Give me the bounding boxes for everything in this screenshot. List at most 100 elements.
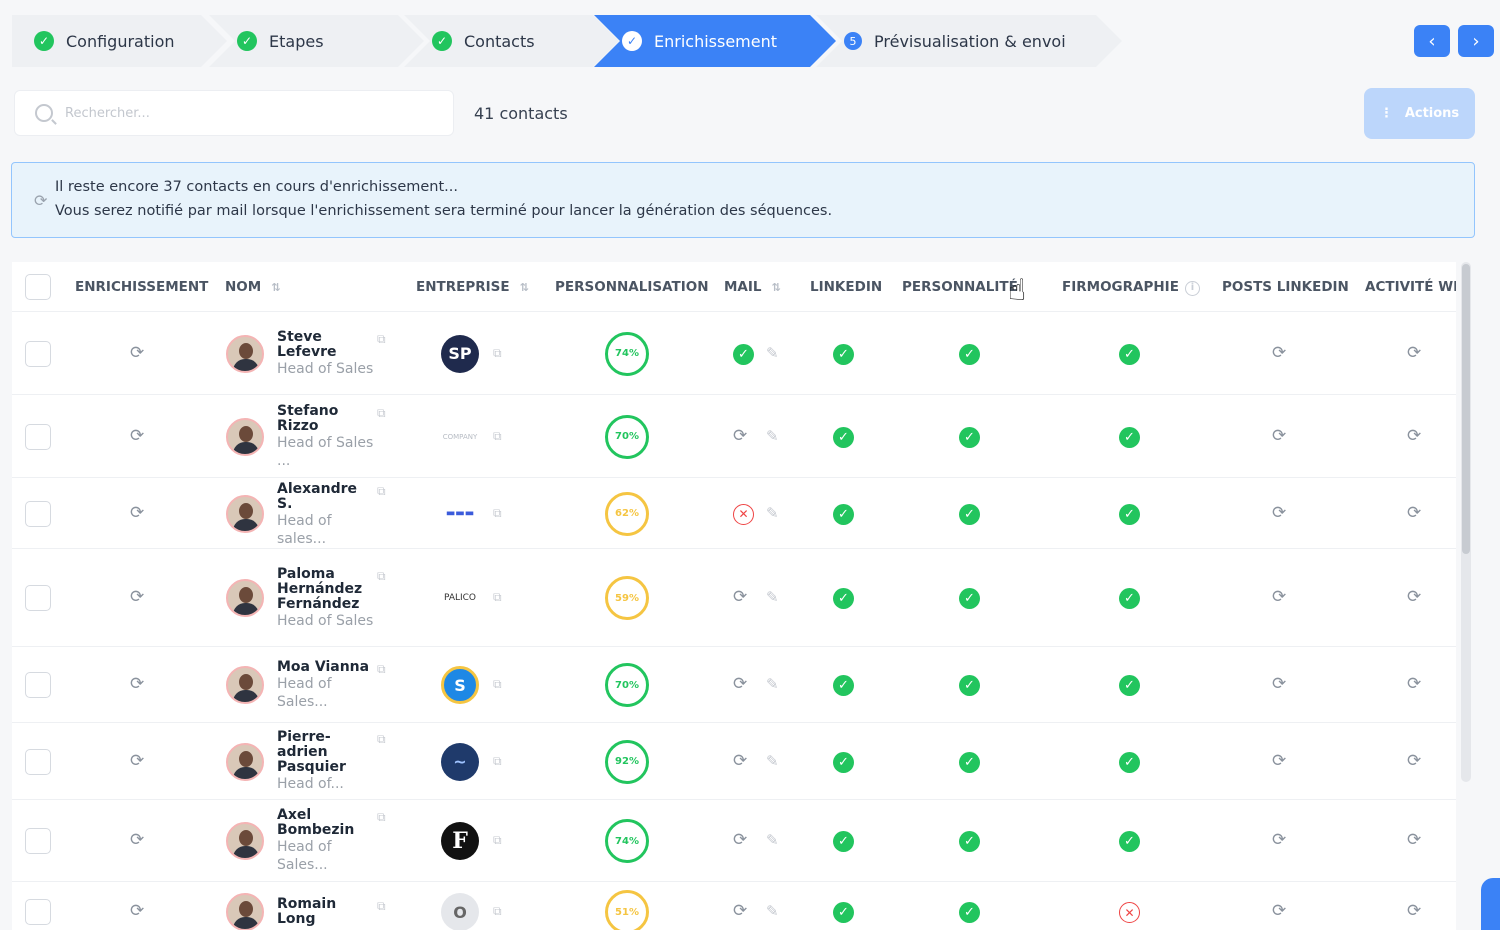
- contact-info: Moa Vianna Head of Sales...: [277, 659, 377, 711]
- row-checkbox[interactable]: [25, 340, 51, 367]
- mail-loading-icon: ⟳: [733, 830, 748, 850]
- enrichment-loading-icon: ⟳: [130, 830, 145, 850]
- step-configuration[interactable]: ✓ Configuration: [12, 15, 227, 67]
- contact-name[interactable]: Romain Long: [277, 897, 377, 927]
- contact-name[interactable]: Moa Vianna: [277, 659, 377, 675]
- table-row[interactable]: ⟳ Steve Lefevre Head of Sales ⧉ SP ⧉ 74% ✓ ✎ ✓ ✓ ✓ ⟳…: [12, 312, 1456, 395]
- contact-name[interactable]: Paloma Hernández Fernández: [277, 566, 377, 612]
- posts-linkedin-loading-icon: ⟳: [1272, 502, 1287, 523]
- external-link-icon[interactable]: ⧉: [377, 569, 386, 584]
- header-mail[interactable]: MAIL ⇅: [724, 279, 781, 295]
- edit-mail-icon[interactable]: ✎: [766, 344, 779, 362]
- company-link-icon[interactable]: ⧉: [493, 590, 502, 605]
- external-link-icon[interactable]: ⧉: [377, 732, 386, 747]
- edit-mail-icon[interactable]: ✎: [766, 752, 779, 770]
- refresh-icon: ⟳: [34, 191, 48, 210]
- header-activite-web: ACTIVITÉ WE: [1365, 279, 1456, 295]
- contact-name[interactable]: Steve Lefevre: [277, 329, 377, 360]
- search-input[interactable]: [65, 105, 425, 121]
- header-nom[interactable]: NOM ⇅: [225, 279, 280, 295]
- table-row[interactable]: ⟳ Pierre-adrien Pasquier Head of... ⧉ ~ ⧉ 92% ⟳…: [12, 723, 1456, 800]
- help-widget-button[interactable]: [1481, 878, 1500, 930]
- personalization-score: 74%: [605, 331, 649, 376]
- header-entreprise[interactable]: ENTREPRISE ⇅: [416, 279, 529, 295]
- company-link-icon[interactable]: ⧉: [493, 346, 502, 361]
- row-checkbox[interactable]: [25, 828, 51, 854]
- header-label: NOM: [225, 279, 262, 295]
- personnalite-check-icon: ✓: [959, 675, 980, 696]
- contact-info: Pierre-adrien Pasquier Head of...: [277, 730, 377, 793]
- table-row[interactable]: ⟳ Axel Bombezin Head of Sales... ⧉ F ⧉ 74% ⟳ ✎ ✓ ✓…: [12, 800, 1456, 882]
- step-contacts[interactable]: ✓ Contacts: [404, 15, 619, 67]
- step-label: Enrichissement: [654, 31, 778, 51]
- info-icon[interactable]: i: [1184, 281, 1200, 296]
- row-checkbox[interactable]: [25, 585, 51, 611]
- edit-mail-icon[interactable]: ✎: [766, 675, 779, 693]
- avatar-head: [239, 830, 253, 846]
- contact-role: Head of...: [277, 776, 344, 792]
- company-link-icon[interactable]: ⧉: [493, 506, 502, 521]
- table-row[interactable]: ⟳ Romain Long ⧉ O ⧉ 51% ⟳ ✎ ✓ ✓ ✕ ⟳ ⟳: [12, 882, 1456, 930]
- row-checkbox[interactable]: [25, 672, 51, 698]
- company-link-icon[interactable]: ⧉: [493, 429, 502, 444]
- activite-web-loading-icon: ⟳: [1407, 674, 1422, 694]
- contact-role: Head of Sales...: [277, 839, 332, 873]
- personnalite-check-icon: ✓: [959, 343, 980, 365]
- check-icon: ✓: [237, 31, 257, 51]
- external-link-icon[interactable]: ⧉: [377, 662, 386, 677]
- step-previsualisation[interactable]: 5 Prévisualisation & envoi: [816, 15, 1122, 67]
- personalization-score: 92%: [605, 739, 649, 784]
- vertical-scrollbar[interactable]: [1461, 262, 1471, 782]
- avatar: [226, 822, 264, 860]
- step-etapes[interactable]: ✓ Etapes: [209, 15, 424, 67]
- edit-mail-icon[interactable]: ✎: [766, 588, 779, 606]
- actions-button[interactable]: ⋮ Actions: [1364, 88, 1475, 139]
- avatar: [226, 893, 264, 930]
- hand-cursor-icon: ☝: [1008, 273, 1027, 308]
- check-icon: ✓: [34, 31, 54, 51]
- table-row[interactable]: ⟳ Paloma Hernández Fernández Head of Sales…: [12, 549, 1456, 647]
- posts-linkedin-loading-icon: ⟳: [1272, 674, 1287, 694]
- edit-mail-icon[interactable]: ✎: [766, 902, 779, 920]
- row-checkbox[interactable]: [25, 500, 51, 527]
- external-link-icon[interactable]: ⧉: [377, 484, 386, 499]
- contact-info: Stefano Rizzo Head of Sales ...: [277, 403, 377, 470]
- enrichment-loading-icon: ⟳: [130, 587, 145, 607]
- contact-role: Head of Sales ...: [277, 434, 374, 469]
- edit-mail-icon[interactable]: ✎: [766, 504, 779, 522]
- external-link-icon[interactable]: ⧉: [377, 332, 386, 347]
- table-row[interactable]: ⟳ Alexandre S. Head of sales... ⧉ ▬▬▬ ⧉ 62% ✕ ✎ ✓…: [12, 478, 1456, 549]
- personalization-score: 74%: [605, 819, 649, 863]
- company-logo: F: [441, 822, 479, 860]
- company-link-icon[interactable]: ⧉: [493, 833, 502, 848]
- linkedin-check-icon: ✓: [833, 902, 854, 923]
- edit-mail-icon[interactable]: ✎: [766, 831, 779, 849]
- row-checkbox[interactable]: [25, 899, 51, 925]
- external-link-icon[interactable]: ⧉: [377, 810, 386, 825]
- contact-name[interactable]: Axel Bombezin: [277, 808, 377, 838]
- step-enrichissement[interactable]: ✓ Enrichissement: [594, 15, 836, 67]
- enrichment-loading-icon: ⟳: [130, 425, 145, 446]
- previous-button[interactable]: ‹: [1414, 25, 1450, 57]
- contact-name[interactable]: Pierre-adrien Pasquier: [277, 730, 377, 775]
- contact-info: Romain Long: [277, 897, 377, 927]
- table-row[interactable]: ⟳ Stefano Rizzo Head of Sales ... ⧉ COMPANY ⧉…: [12, 395, 1456, 478]
- company-link-icon[interactable]: ⧉: [493, 677, 502, 692]
- contact-name[interactable]: Alexandre S.: [277, 482, 377, 512]
- personalization-score: 51%: [605, 890, 649, 930]
- contact-name[interactable]: Stefano Rizzo: [277, 403, 377, 434]
- external-link-icon[interactable]: ⧉: [377, 406, 386, 421]
- search-icon: [35, 104, 53, 122]
- external-link-icon[interactable]: ⧉: [377, 899, 386, 914]
- company-link-icon[interactable]: ⧉: [493, 904, 502, 919]
- table-row[interactable]: ⟳ Moa Vianna Head of Sales... ⧉ S ⧉ 70% ⟳ ✎ ✓ ✓ ✓ ⟳ ⟳: [12, 647, 1456, 723]
- row-checkbox[interactable]: [25, 748, 51, 775]
- select-all-checkbox[interactable]: [25, 274, 51, 300]
- row-checkbox[interactable]: [25, 423, 51, 450]
- scrollbar-thumb[interactable]: [1462, 264, 1470, 554]
- mail-loading-icon: ⟳: [733, 750, 748, 771]
- edit-mail-icon[interactable]: ✎: [766, 427, 779, 445]
- activite-web-loading-icon: ⟳: [1407, 901, 1422, 921]
- company-link-icon[interactable]: ⧉: [493, 754, 502, 769]
- next-button[interactable]: ›: [1458, 25, 1494, 57]
